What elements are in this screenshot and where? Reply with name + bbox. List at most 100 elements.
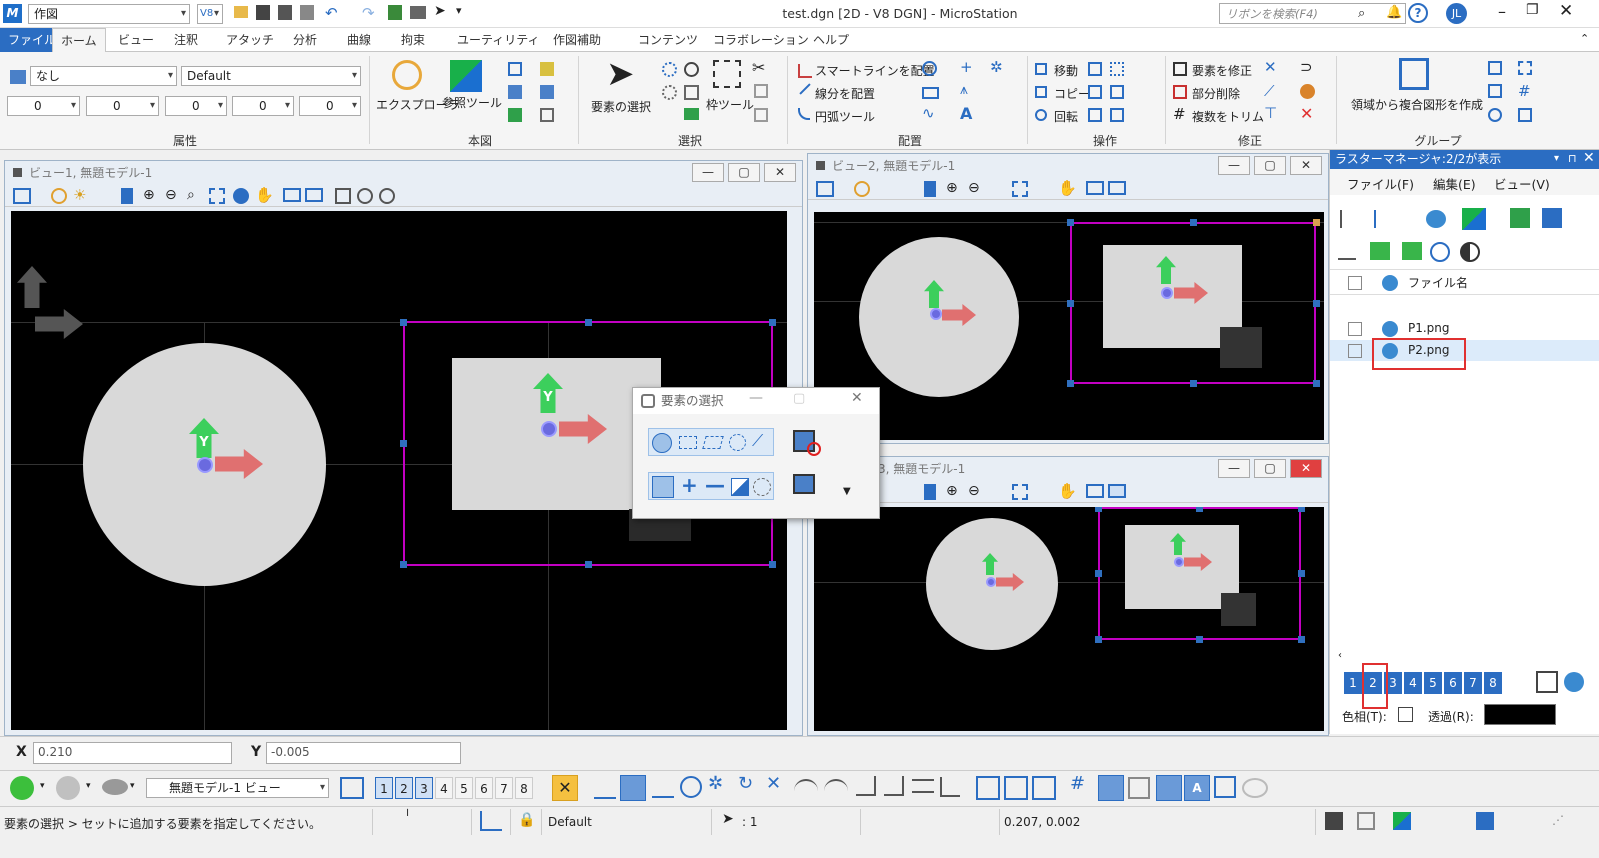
reference-button[interactable]: 参照ツール [442, 94, 502, 111]
tab-content[interactable]: コンテンツ [630, 28, 706, 52]
model-icon[interactable] [102, 779, 128, 795]
select-tool-c-icon[interactable] [1032, 776, 1056, 800]
tab-annotate[interactable]: 注釈 [166, 28, 206, 52]
view-1-button[interactable]: 1 [375, 777, 393, 799]
display-icon[interactable] [508, 108, 522, 122]
raster-status-icon[interactable] [1393, 812, 1411, 830]
accudraw-icon[interactable]: ✕ [552, 775, 578, 801]
pin-panel-icon[interactable]: ⊓ [1568, 152, 1577, 165]
selection-handle[interactable] [769, 561, 776, 568]
view-3-maximize-button[interactable]: ▢ [1254, 459, 1286, 478]
selection-handle[interactable] [1190, 219, 1197, 226]
raster-view-8-button[interactable]: 8 [1484, 672, 1502, 694]
raster-view-4-button[interactable]: 4 [1404, 672, 1422, 694]
view-3-button[interactable]: 3 [415, 777, 433, 799]
display-style-icon[interactable] [51, 188, 67, 204]
refresh-raster-icon[interactable] [1510, 208, 1530, 228]
text-icon[interactable]: A [960, 104, 972, 123]
expand-dialog-icon[interactable]: ▼ [843, 486, 851, 497]
element-select-button[interactable]: 要素の選択 [591, 98, 651, 115]
smartline-button[interactable]: スマートラインを配置 [815, 62, 935, 79]
selection-handle[interactable] [1067, 380, 1074, 387]
view-1-close-button[interactable]: ✕ [764, 163, 796, 182]
intersect-icon[interactable]: ✕ [1264, 58, 1277, 76]
stretch-icon[interactable] [1088, 108, 1102, 122]
rotate-view-icon[interactable] [233, 188, 249, 204]
snap-through-point-icon[interactable] [940, 777, 960, 797]
view-rotation-icon[interactable] [379, 188, 395, 204]
scale-icon[interactable] [1088, 62, 1102, 76]
selection-handle[interactable] [400, 319, 407, 326]
raster-display-icon[interactable] [1462, 208, 1486, 230]
raster-select-icon[interactable] [1542, 208, 1562, 228]
customize-icon[interactable]: ▾ [456, 4, 462, 17]
fit-view-icon[interactable] [1012, 484, 1028, 500]
levels-icon[interactable] [540, 62, 554, 76]
selection-handle[interactable] [400, 561, 407, 568]
selection-handle[interactable] [1190, 380, 1197, 387]
selection-handle[interactable] [1196, 636, 1203, 643]
view-3-close-button[interactable]: ✕ [1290, 459, 1322, 478]
cut-icon[interactable]: ✂ [752, 58, 765, 77]
view-attributes-icon[interactable] [816, 181, 834, 197]
reference-icon[interactable] [450, 60, 482, 92]
forward-dropdown-icon[interactable]: ▾ [86, 781, 91, 791]
selection-handle[interactable] [1196, 507, 1203, 512]
block-icon[interactable] [922, 87, 939, 99]
selection-handle[interactable] [1298, 636, 1305, 643]
x-coordinate-input[interactable]: 0.210 [33, 742, 232, 764]
raster-info-icon[interactable] [1564, 672, 1584, 692]
view-3-canvas[interactable] [814, 507, 1324, 731]
view-groups-icon[interactable] [340, 777, 364, 799]
group-icon[interactable] [1488, 61, 1502, 75]
explorer-icon[interactable] [392, 60, 422, 90]
lock-icon[interactable]: 🔒 [518, 812, 535, 828]
zoom-out-icon[interactable]: ⊖ [968, 483, 980, 499]
color-change-icon[interactable] [1300, 84, 1315, 99]
view-2-canvas[interactable] [814, 212, 1324, 440]
resize-grip-icon[interactable]: ⋰ [1552, 813, 1564, 827]
levels-display-icon[interactable] [1128, 777, 1150, 799]
pan-icon[interactable]: ✋ [1058, 179, 1077, 197]
line-method-icon[interactable]: ⟋ [752, 431, 763, 451]
view-1-maximize-button[interactable]: ▢ [728, 163, 760, 182]
subtract-mode-icon[interactable]: — [705, 473, 725, 497]
grid-lock-icon[interactable]: # [1070, 773, 1085, 794]
avatar[interactable]: JL [1446, 3, 1467, 24]
select-all-mode-icon[interactable] [753, 478, 771, 496]
model-view-combo[interactable]: 無題モデル-1 ビュー [146, 778, 329, 798]
update-view-icon[interactable] [924, 484, 936, 500]
snap-keypoint-icon[interactable] [594, 775, 616, 799]
minimize-window-icon[interactable]: – [1498, 2, 1506, 21]
redo-icon[interactable]: ↷ [362, 4, 375, 22]
selection-handle[interactable] [1095, 636, 1102, 643]
snap-mode-icon[interactable] [480, 811, 502, 831]
snap-tangent-icon[interactable] [794, 779, 818, 793]
selection-handle[interactable] [1067, 300, 1074, 307]
raster-menu-view[interactable]: ビュー(V) [1494, 174, 1550, 193]
element-select-icon[interactable]: ➤ [606, 54, 635, 94]
files-icon[interactable] [508, 85, 522, 99]
zoom-out-icon[interactable]: ⊖ [968, 180, 980, 196]
workflow-combo[interactable]: 作図 [28, 4, 190, 24]
fence-tool-button[interactable]: 枠ツール [706, 96, 754, 113]
mirror-icon[interactable] [1088, 85, 1102, 99]
hue-checkbox[interactable] [1398, 707, 1413, 722]
view-2-minimize-button[interactable]: — [1218, 156, 1250, 175]
dialog-maximize-button[interactable]: ▢ [793, 391, 805, 406]
view-2-close-button[interactable]: ✕ [1290, 156, 1322, 175]
tab-view[interactable]: ビュー [110, 28, 162, 52]
transparency-color-swatch[interactable] [1484, 704, 1556, 725]
circle-method-icon[interactable] [729, 434, 746, 451]
selection-handle[interactable] [1095, 570, 1102, 577]
invert-mode-icon[interactable] [731, 478, 749, 496]
search-icon[interactable]: ⌕ [1358, 6, 1365, 21]
panel-menu-icon[interactable]: ▾ [1554, 153, 1559, 164]
sort-icon[interactable] [1374, 210, 1392, 228]
raster-histogram-icon[interactable] [1402, 242, 1422, 260]
align-icon[interactable] [1110, 85, 1124, 99]
scroll-left-icon[interactable]: ‹ [1338, 650, 1342, 661]
selection-handle[interactable] [400, 440, 407, 447]
help-icon[interactable]: ? [1408, 3, 1428, 23]
create-region-button[interactable]: 領域から複合図形を作成 [1351, 96, 1483, 113]
